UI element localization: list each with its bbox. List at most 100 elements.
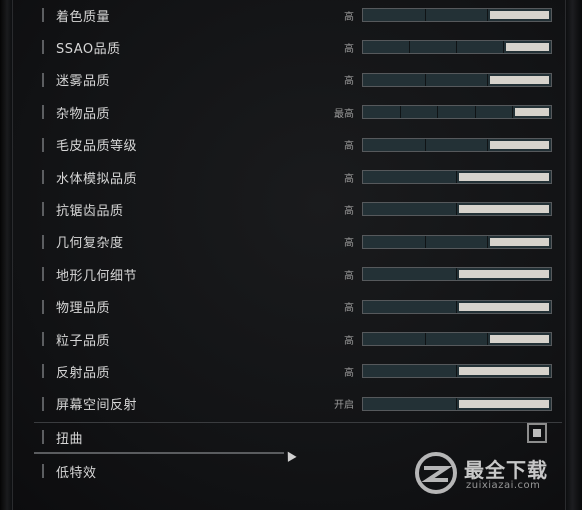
row-tick-marker — [42, 430, 44, 444]
setting-value: 高 — [344, 141, 354, 153]
setting-label: 反射品质 — [56, 365, 111, 381]
quality-slider[interactable] — [362, 299, 552, 314]
slider-segment — [438, 106, 476, 119]
setting-row[interactable]: 几何复杂度 高 — [34, 226, 564, 258]
setting-row[interactable]: 迷雾品质 高 — [34, 64, 564, 96]
row-tick-marker — [42, 332, 44, 346]
slider-segment — [363, 235, 426, 248]
setting-value: 开启 — [334, 400, 354, 412]
quality-slider[interactable] — [362, 72, 552, 87]
setting-label: 物理品质 — [56, 301, 111, 317]
slider-fill — [490, 11, 549, 19]
slider-segment — [363, 268, 457, 281]
slider-segment — [363, 9, 426, 21]
section-divider-highlight — [34, 452, 284, 454]
slider-segment — [457, 41, 504, 54]
slider-segment — [363, 397, 457, 410]
setting-value: 高 — [344, 238, 354, 250]
slider-fill — [459, 302, 549, 311]
watermark-title: 最全下载 — [464, 458, 548, 482]
setting-row[interactable]: 地形几何细节 高 — [34, 258, 564, 290]
setting-row[interactable]: SSAO品质 高 — [34, 31, 564, 63]
slider-fill — [459, 173, 549, 181]
setting-value: 高 — [344, 173, 354, 185]
slider-fill — [490, 237, 549, 246]
slider-segment — [426, 235, 489, 248]
slider-fill — [459, 205, 549, 214]
row-tick-marker — [42, 72, 44, 87]
slider-fill — [515, 108, 549, 117]
setting-row[interactable]: 着色质量 高 — [34, 0, 564, 31]
row-tick-marker — [42, 364, 44, 379]
row-tick-marker — [42, 40, 44, 55]
slider-fill — [490, 75, 549, 84]
slider-fill — [490, 335, 549, 343]
slider-segment — [426, 333, 489, 345]
watermark-logo: 最全下载 zuixiazai.com — [412, 450, 572, 498]
row-tick-marker — [42, 234, 44, 249]
setting-value: 高 — [344, 270, 354, 282]
setting-label: 抗锯齿品质 — [56, 203, 124, 219]
quality-slider[interactable] — [362, 137, 552, 152]
row-tick-marker — [42, 299, 44, 314]
setting-row[interactable]: 毛皮品质等级 高 — [34, 129, 564, 161]
toggle-label-distortion: 扭曲 — [56, 431, 84, 447]
quality-slider[interactable] — [362, 40, 552, 55]
setting-row[interactable]: 物理品质 高 — [34, 291, 564, 323]
setting-label: 迷雾品质 — [56, 74, 111, 90]
distortion-checkbox[interactable] — [527, 423, 547, 443]
setting-row[interactable]: 杂物品质 最高 — [34, 96, 564, 128]
toggle-row-distortion[interactable]: 扭曲 — [34, 421, 564, 453]
quality-slider[interactable] — [362, 267, 552, 282]
slider-segment — [363, 365, 457, 378]
watermark-subtitle: zuixiazai.com — [466, 480, 541, 491]
setting-row[interactable]: 反射品质 高 — [34, 355, 564, 387]
slider-segment — [363, 203, 457, 216]
quality-slider[interactable] — [362, 202, 552, 217]
quality-slider[interactable] — [362, 234, 552, 249]
slider-fill — [459, 270, 549, 279]
setting-row[interactable]: 屏幕空间反射 开启 — [34, 388, 564, 420]
quality-slider[interactable] — [362, 332, 552, 346]
quality-slider[interactable] — [362, 364, 552, 379]
panel-frame-right — [565, 0, 582, 510]
slider-segment — [426, 9, 489, 21]
slider-fill — [506, 43, 549, 52]
setting-label: 粒子品质 — [56, 333, 111, 349]
row-tick-marker — [42, 464, 44, 478]
setting-value: 高 — [344, 205, 354, 217]
quality-slider[interactable] — [362, 8, 552, 22]
slider-segment — [363, 171, 457, 183]
setting-value: 最高 — [334, 108, 354, 120]
row-tick-marker — [42, 396, 44, 411]
row-tick-marker — [42, 202, 44, 217]
slider-segment — [363, 138, 426, 151]
slider-segment — [476, 106, 514, 119]
slider-segment — [363, 73, 426, 86]
setting-label: 杂物品质 — [56, 106, 111, 122]
row-tick-marker — [42, 170, 44, 184]
row-tick-marker — [42, 267, 44, 282]
setting-row[interactable]: 粒子品质 高 — [34, 323, 564, 355]
setting-value: 高 — [344, 43, 354, 55]
slider-segment — [363, 333, 426, 345]
setting-label: 着色质量 — [56, 9, 111, 25]
setting-row[interactable]: 水体模拟品质 高 — [34, 161, 564, 193]
setting-value: 高 — [344, 335, 354, 347]
quality-slider[interactable] — [362, 170, 552, 184]
setting-value: 高 — [344, 303, 354, 315]
setting-row[interactable]: 抗锯齿品质 高 — [34, 193, 564, 225]
row-tick-marker — [42, 137, 44, 152]
quality-slider[interactable] — [362, 396, 552, 411]
quality-slider[interactable] — [362, 105, 552, 120]
setting-label: 毛皮品质等级 — [56, 139, 138, 155]
checkbox-check-mark — [533, 429, 541, 437]
slider-fill — [459, 367, 549, 376]
setting-value: 高 — [344, 11, 354, 23]
slider-segment — [363, 300, 457, 313]
row-tick-marker — [42, 8, 44, 22]
row-tick-marker — [42, 105, 44, 120]
slider-segment — [363, 41, 410, 54]
setting-label: 屏幕空间反射 — [56, 398, 138, 414]
slider-segment — [410, 41, 457, 54]
